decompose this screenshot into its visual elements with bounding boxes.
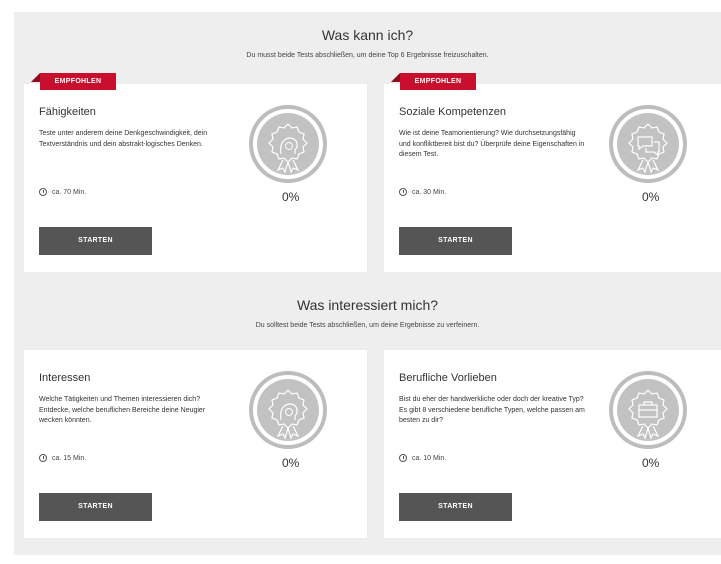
section-header-interests: Was interessiert mich? Du solltest beide… — [14, 297, 721, 329]
duration: ca. 15 Min. — [39, 454, 86, 462]
duration: ca. 70 Min. — [39, 188, 86, 196]
progress-percent: 0% — [282, 190, 300, 204]
briefcase-icon — [609, 371, 687, 449]
recommended-badge: EMPFOHLEN — [400, 73, 476, 90]
progress-percent: 0% — [642, 456, 660, 470]
card-title: Interessen — [39, 372, 91, 384]
card-description: Teste unter anderem deine Denkgeschwindi… — [39, 130, 208, 148]
section-subtitle: Du solltest beide Tests abschließen, um … — [255, 322, 480, 329]
badge-fold — [31, 73, 40, 82]
card-description: Wie ist deine Teamorientierung? Wie durc… — [399, 130, 585, 158]
section-header-abilities: Was kann ich? Du musst beide Tests absch… — [14, 27, 721, 59]
card-description: Welche Tätigkeiten und Themen interessie… — [39, 396, 206, 424]
duration-label: ca. 10 Min. — [412, 454, 447, 462]
start-button[interactable]: STARTEN — [399, 493, 512, 521]
duration: ca. 30 Min. — [399, 188, 446, 196]
clock-icon — [399, 454, 407, 462]
recommended-badge: EMPFOHLEN — [40, 73, 116, 90]
card-description: Bist du eher der handwerkliche oder doch… — [399, 396, 585, 424]
tests-overview: Was kann ich? Du musst beide Tests absch… — [14, 12, 721, 555]
duration-label: ca. 70 Min. — [52, 188, 87, 196]
duration-label: ca. 30 Min. — [412, 188, 447, 196]
progress-percent: 0% — [642, 190, 660, 204]
test-card-interests: Interessen Welche Tätigkeiten und Themen… — [24, 350, 367, 538]
start-button[interactable]: STARTEN — [399, 227, 512, 255]
start-button[interactable]: STARTEN — [39, 227, 152, 255]
card-title: Fähigkeiten — [39, 106, 96, 118]
test-card-career-preferences: Berufliche Vorlieben Bist du eher der ha… — [384, 350, 721, 538]
clock-icon — [39, 454, 47, 462]
section-title: Was kann ich? — [321, 27, 414, 43]
section-subtitle: Du musst beide Tests abschließen, um dei… — [246, 52, 489, 59]
clock-icon — [399, 188, 407, 196]
start-button[interactable]: STARTEN — [39, 493, 152, 521]
duration: ca. 10 Min. — [399, 454, 446, 462]
card-title: Berufliche Vorlieben — [399, 372, 497, 384]
head-brain-icon — [249, 371, 327, 449]
head-brain-icon — [249, 105, 327, 183]
clock-icon — [39, 188, 47, 196]
badge-fold — [391, 73, 400, 82]
section-title: Was interessiert mich? — [296, 297, 439, 313]
speech-bubbles-icon — [609, 105, 687, 183]
progress-percent: 0% — [282, 456, 300, 470]
test-card-abilities: EMPFOHLEN Fähigkeiten Teste unter andere… — [24, 73, 367, 272]
test-card-social-skills: EMPFOHLEN Soziale Kompetenzen Wie ist de… — [384, 73, 721, 272]
duration-label: ca. 15 Min. — [52, 454, 87, 462]
card-title: Soziale Kompetenzen — [399, 106, 507, 118]
